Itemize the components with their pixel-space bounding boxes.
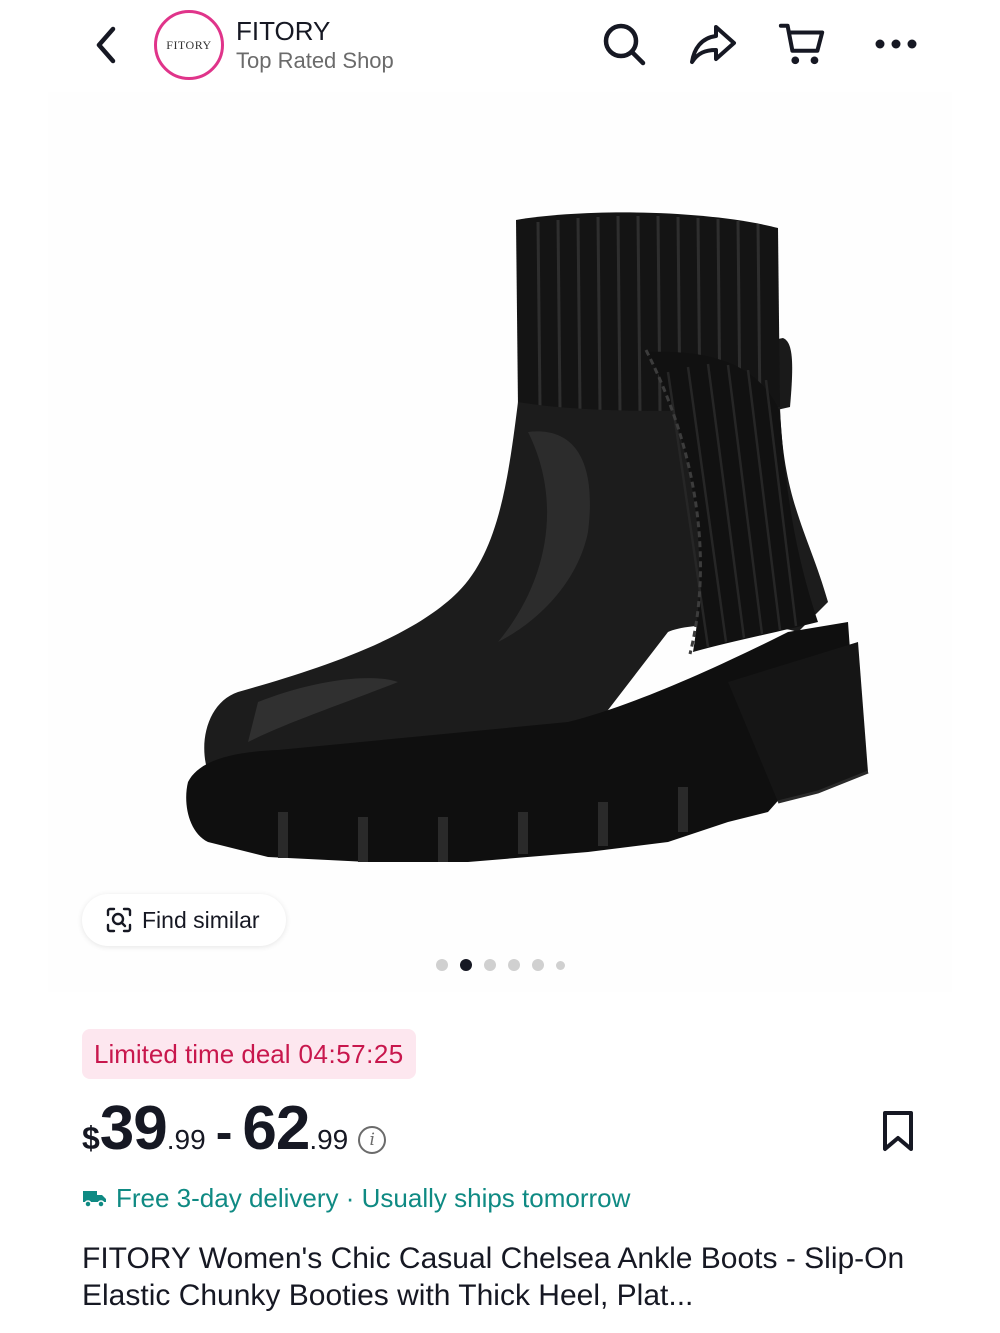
- carousel-dot[interactable]: [507, 959, 520, 971]
- top-bar: FITORY FITORY Top Rated Shop: [0, 0, 1000, 92]
- shop-logo[interactable]: FITORY: [154, 10, 224, 80]
- price-separator: -: [215, 1104, 233, 1160]
- product-image-gallery[interactable]: Find similar: [0, 92, 1000, 992]
- limited-deal-badge: Limited time deal 04:57:25: [82, 1029, 416, 1079]
- delivery-truck-icon: [83, 1191, 106, 1208]
- deal-label: Limited time deal: [94, 1038, 291, 1069]
- shop-logo-text: FITORY: [166, 37, 212, 52]
- price-info-icon[interactable]: i: [358, 1126, 387, 1154]
- product-image-ankle-boot: [186, 212, 869, 862]
- shop-name[interactable]: FITORY: [236, 16, 330, 46]
- search-icon: [603, 23, 646, 66]
- more-button[interactable]: [872, 20, 920, 68]
- product-image-frame: [48, 92, 952, 992]
- find-similar-button[interactable]: Find similar: [82, 894, 286, 946]
- product-title: FITORY Women's Chic Casual Chelsea Ankle…: [82, 1242, 905, 1312]
- cart-icon: [778, 23, 825, 65]
- visual-search-icon: [106, 907, 132, 933]
- carousel-dot-active[interactable]: [459, 959, 472, 971]
- price-low-cents: .99: [166, 1124, 206, 1155]
- shop-subtitle: Top Rated Shop: [236, 48, 394, 73]
- bookmark-icon: [883, 1111, 913, 1151]
- share-button[interactable]: [689, 20, 737, 68]
- save-bookmark-button[interactable]: [876, 1106, 920, 1156]
- price-range: $ 39 .99 - 62 .99 i: [82, 1093, 387, 1173]
- carousel-dot[interactable]: [435, 959, 448, 971]
- share-icon: [690, 25, 736, 64]
- price-high-dollars: 62: [242, 1094, 310, 1163]
- search-button[interactable]: [600, 20, 648, 68]
- cart-button[interactable]: [778, 20, 826, 68]
- more-icon: [875, 39, 917, 49]
- deal-countdown: 04:57:25: [298, 1038, 404, 1069]
- price-currency: $: [82, 1120, 100, 1156]
- back-button[interactable]: [86, 22, 126, 68]
- price-high-cents: .99: [309, 1124, 349, 1155]
- carousel-dot[interactable]: [483, 959, 496, 971]
- carousel-dot[interactable]: [555, 960, 565, 970]
- price-low-dollars: 39: [99, 1094, 168, 1163]
- carousel-indicator: [0, 958, 1000, 972]
- carousel-dot[interactable]: [531, 959, 544, 971]
- delivery-info: Free 3-day delivery · Usually ships tomo…: [82, 1180, 630, 1216]
- chevron-left-icon: [96, 26, 116, 64]
- product-detail-page: FITORY FITORY Top Rated Shop Find simila…: [0, 0, 1000, 1333]
- delivery-text: Free 3-day delivery · Usually ships tomo…: [116, 1182, 631, 1213]
- find-similar-label: Find similar: [142, 906, 260, 933]
